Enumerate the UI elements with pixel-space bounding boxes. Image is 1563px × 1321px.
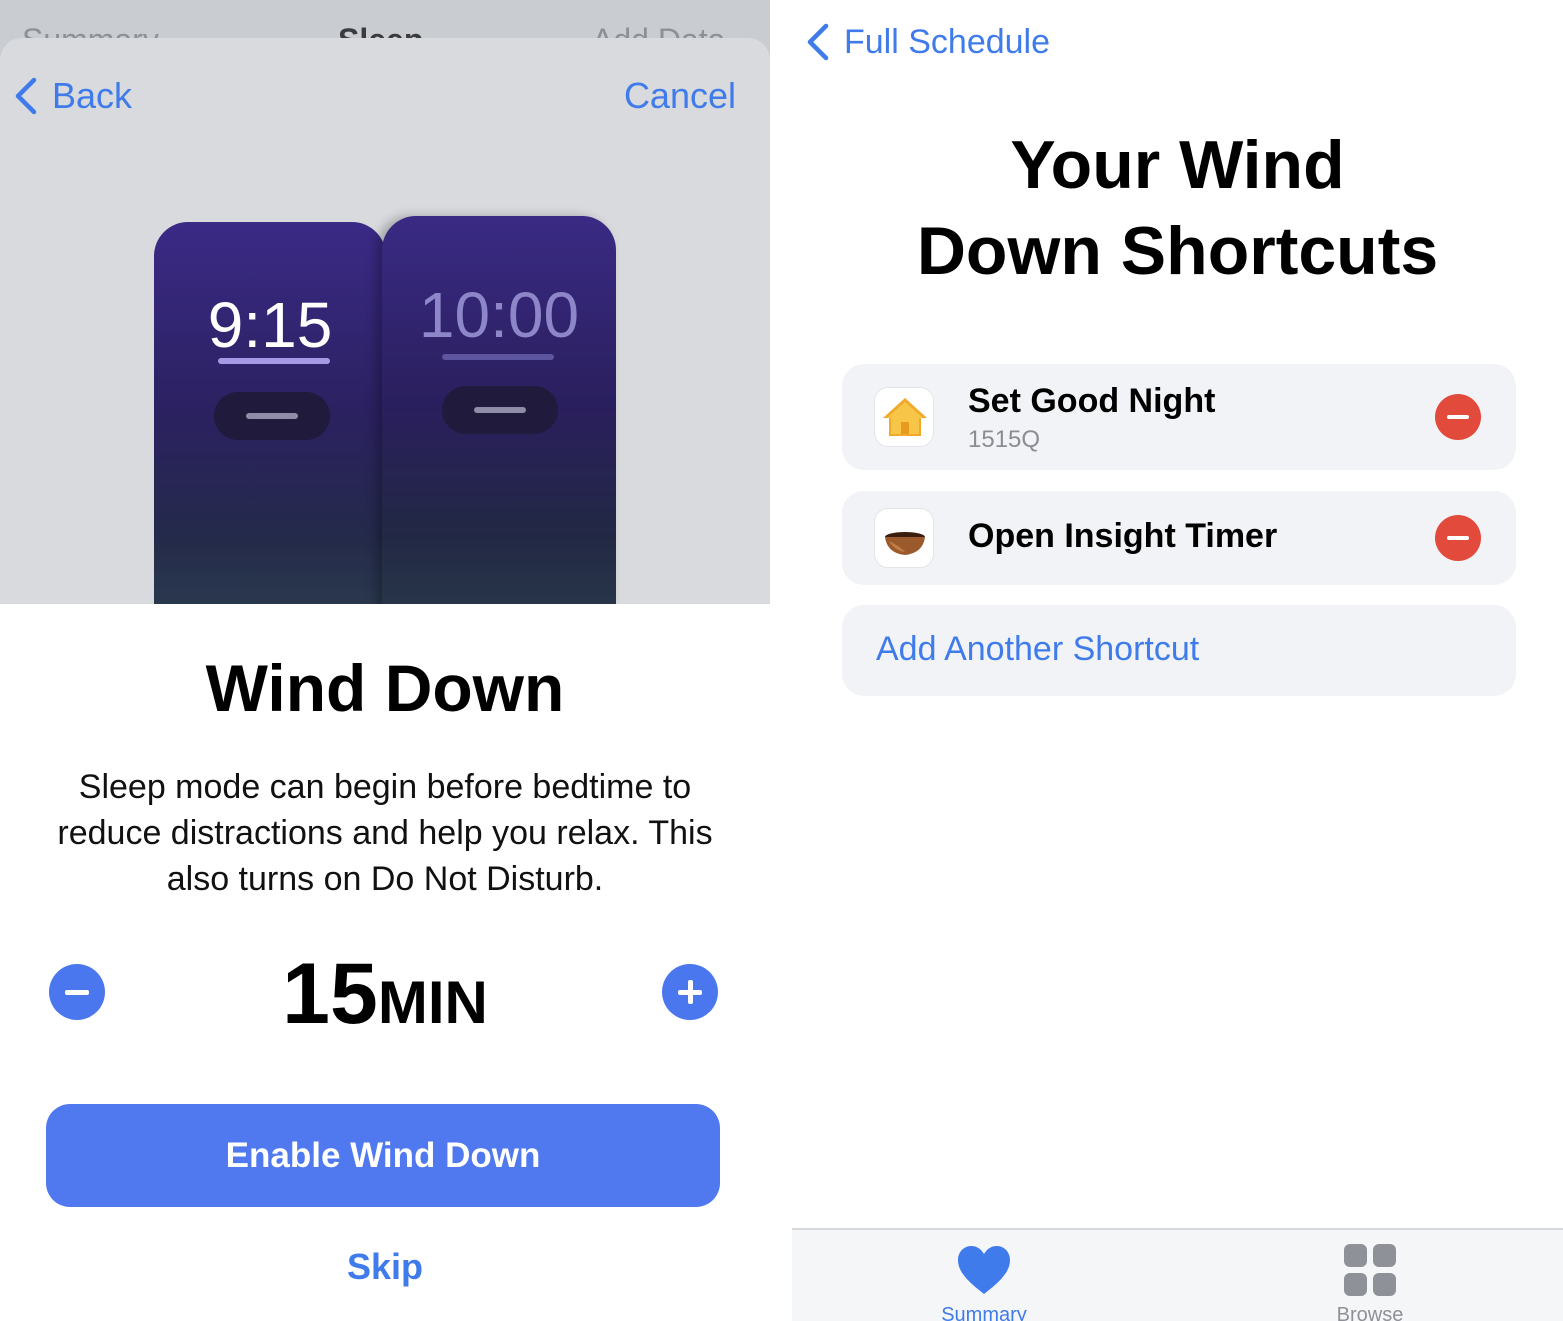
wind-down-setup-screen: Summary Sleep Add Data 9:15 10:00 Back C… <box>0 0 770 1321</box>
duration-unit: MIN <box>377 969 488 1036</box>
title-line-1: Your Wind <box>1010 127 1345 203</box>
shortcut-name: Set Good Night <box>968 382 1216 420</box>
grid-icon <box>1344 1244 1396 1296</box>
cancel-button[interactable]: Cancel <box>624 74 736 118</box>
increase-duration-button[interactable] <box>662 964 718 1020</box>
minus-icon <box>65 990 89 995</box>
tab-summary-label: Summary <box>941 1304 1027 1321</box>
home-app-icon <box>874 387 934 447</box>
remove-shortcut-button[interactable] <box>1435 515 1481 561</box>
full-schedule-back-button[interactable]: Full Schedule <box>806 20 1050 64</box>
add-shortcut-row[interactable]: Add Another Shortcut <box>842 605 1516 696</box>
preview-pill <box>442 386 558 434</box>
preview-line <box>218 358 330 364</box>
tab-browse-label: Browse <box>1336 1304 1404 1321</box>
chevron-left-icon <box>15 77 37 115</box>
title-line-2: Down Shortcuts <box>916 213 1439 289</box>
shortcut-row[interactable]: Open Insight Timer <box>842 491 1516 585</box>
shortcut-row[interactable]: Set Good Night 1515Q <box>842 364 1516 470</box>
heart-icon <box>958 1246 1010 1294</box>
tab-browse[interactable]: Browse <box>1270 1230 1470 1321</box>
screen-divider <box>770 0 792 1321</box>
chevron-left-icon <box>807 23 829 61</box>
preview-time-bedtime: 10:00 <box>418 279 580 351</box>
decrease-duration-button[interactable] <box>49 964 105 1020</box>
description-text: Sleep mode can begin before bedtime to r… <box>57 768 713 898</box>
preview-pill <box>214 392 330 440</box>
shortcut-name: Open Insight Timer <box>968 517 1278 555</box>
singing-bowl-icon <box>874 508 934 568</box>
full-schedule-label: Full Schedule <box>844 22 1051 61</box>
preview-time-current: 9:15 <box>207 289 333 361</box>
skip-button[interactable]: Skip <box>0 1246 770 1288</box>
lock-screen-preview-current: 9:15 <box>154 222 386 604</box>
wind-down-shortcuts-screen: Full Schedule Your Wind Down Shortcuts S… <box>792 0 1563 1321</box>
tab-bar: Summary Browse <box>792 1228 1563 1321</box>
page-title: Wind Down <box>205 651 565 725</box>
back-button[interactable]: Back <box>14 74 132 118</box>
tab-summary[interactable]: Summary <box>884 1230 1084 1321</box>
lock-screen-preview-bedtime: 10:00 <box>382 216 616 604</box>
plus-icon-vertical <box>688 980 693 1004</box>
preview-line <box>442 354 554 360</box>
back-button-label: Back <box>52 75 133 116</box>
remove-shortcut-button[interactable] <box>1435 394 1481 440</box>
duration-number: 15 <box>282 946 378 1042</box>
duration-value: 15MIN <box>200 945 570 1044</box>
shortcut-subtitle: 1515Q <box>968 426 1041 453</box>
page-title: Your Wind Down Shortcuts <box>792 122 1563 294</box>
enable-wind-down-button[interactable]: Enable Wind Down <box>46 1104 720 1207</box>
sheet-header: 9:15 10:00 <box>0 38 770 604</box>
add-another-shortcut-button[interactable]: Add Another Shortcut <box>876 630 1199 669</box>
